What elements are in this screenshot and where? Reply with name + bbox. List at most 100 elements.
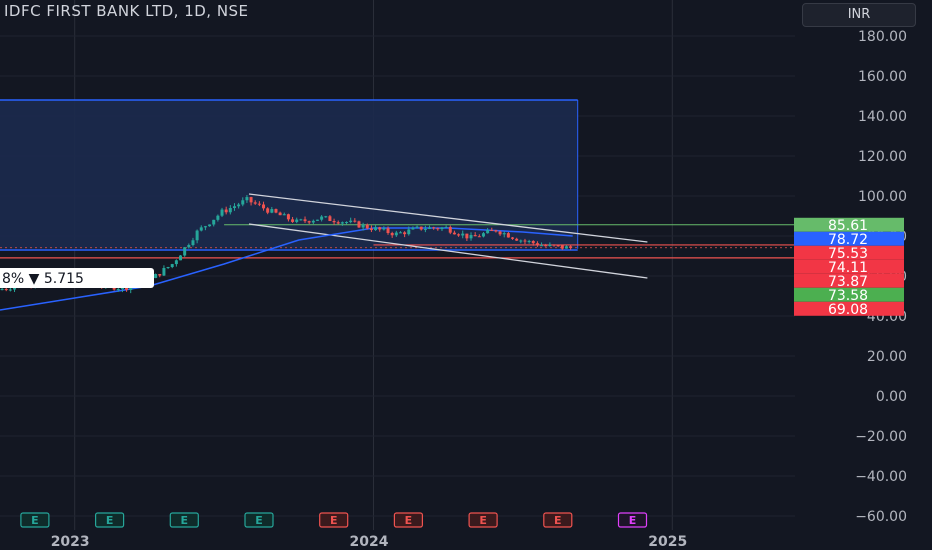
candle[interactable] <box>208 224 212 227</box>
candle[interactable] <box>262 204 266 209</box>
candle[interactable] <box>212 219 216 225</box>
candle[interactable] <box>378 227 382 230</box>
candle[interactable] <box>307 221 311 223</box>
candle[interactable] <box>519 240 523 242</box>
candle[interactable] <box>116 289 120 291</box>
candle[interactable] <box>452 232 456 235</box>
candle[interactable] <box>556 245 560 247</box>
candle[interactable] <box>560 245 564 249</box>
candle[interactable] <box>166 267 170 269</box>
candle[interactable] <box>245 197 249 201</box>
candle[interactable] <box>224 209 228 213</box>
candle[interactable] <box>419 226 423 230</box>
candle[interactable] <box>241 200 245 205</box>
candle[interactable] <box>494 230 498 232</box>
currency-button[interactable]: INR <box>802 3 916 27</box>
candle[interactable] <box>448 227 452 233</box>
candle[interactable] <box>473 235 477 237</box>
candle[interactable] <box>511 237 515 239</box>
candle[interactable] <box>486 229 490 234</box>
candle[interactable] <box>481 233 485 237</box>
candle[interactable] <box>278 212 282 216</box>
candle[interactable] <box>274 209 278 213</box>
candle[interactable] <box>465 233 469 239</box>
candle[interactable] <box>415 226 419 228</box>
candle[interactable] <box>411 227 415 230</box>
candle[interactable] <box>249 197 253 203</box>
candle[interactable] <box>183 247 187 256</box>
candle[interactable] <box>390 232 394 236</box>
candle[interactable] <box>328 216 332 221</box>
candle[interactable] <box>216 215 220 220</box>
candle[interactable] <box>540 245 544 247</box>
candle[interactable] <box>324 216 328 218</box>
candle[interactable] <box>461 233 465 236</box>
candle[interactable] <box>498 231 502 235</box>
candle[interactable] <box>345 222 349 224</box>
candle[interactable] <box>569 246 573 249</box>
candle[interactable] <box>191 240 195 246</box>
candle[interactable] <box>203 226 207 228</box>
candle[interactable] <box>303 219 307 222</box>
candle[interactable] <box>4 289 8 291</box>
candle[interactable] <box>365 224 369 229</box>
candle[interactable] <box>382 228 386 230</box>
candle[interactable] <box>502 233 506 235</box>
candle[interactable] <box>403 232 407 235</box>
candle[interactable] <box>444 227 448 229</box>
candle[interactable] <box>195 230 199 241</box>
candle[interactable] <box>523 240 527 242</box>
candle[interactable] <box>361 224 365 228</box>
candle[interactable] <box>432 227 436 229</box>
candle[interactable] <box>340 222 344 224</box>
candle[interactable] <box>374 227 378 231</box>
candle[interactable] <box>515 238 519 241</box>
candle[interactable] <box>320 216 324 220</box>
candle[interactable] <box>548 244 552 247</box>
candle[interactable] <box>357 221 361 228</box>
candle[interactable] <box>282 214 286 216</box>
candle[interactable] <box>490 229 494 231</box>
candle[interactable] <box>315 219 319 221</box>
candle[interactable] <box>457 234 461 236</box>
candle[interactable] <box>531 240 535 244</box>
candle[interactable] <box>199 227 203 231</box>
candle[interactable] <box>170 264 174 268</box>
candle[interactable] <box>270 209 274 213</box>
candle[interactable] <box>332 220 336 223</box>
candle[interactable] <box>286 214 290 220</box>
candle[interactable] <box>552 244 556 246</box>
candle[interactable] <box>0 289 4 291</box>
candle[interactable] <box>291 219 295 222</box>
candle[interactable] <box>407 229 411 235</box>
candle[interactable] <box>253 202 257 204</box>
candle[interactable] <box>564 246 568 249</box>
candle[interactable] <box>423 228 427 230</box>
candle[interactable] <box>187 245 191 248</box>
candle[interactable] <box>506 233 510 238</box>
candle[interactable] <box>257 203 261 205</box>
candle[interactable] <box>544 245 548 247</box>
candle[interactable] <box>336 222 340 224</box>
candle[interactable] <box>535 243 539 246</box>
candle[interactable] <box>174 260 178 265</box>
candle[interactable] <box>232 206 236 209</box>
candle[interactable] <box>394 232 398 236</box>
candle[interactable] <box>179 255 183 261</box>
candle[interactable] <box>299 219 303 221</box>
candle[interactable] <box>266 208 270 213</box>
candle[interactable] <box>386 228 390 233</box>
candle[interactable] <box>436 228 440 230</box>
candle[interactable] <box>158 274 162 276</box>
candle[interactable] <box>220 209 224 216</box>
price-chart[interactable]: 8% ▼ 5.715 180.00 160.00 140.00 120.00 100.00… <box>0 0 932 550</box>
candle[interactable] <box>369 228 373 231</box>
candle[interactable] <box>440 227 444 230</box>
candle[interactable] <box>477 236 481 238</box>
candle[interactable] <box>162 268 166 276</box>
candle[interactable] <box>295 219 299 222</box>
candle[interactable] <box>237 204 241 207</box>
candle[interactable] <box>428 227 432 229</box>
candle[interactable] <box>154 274 158 279</box>
zone-box[interactable] <box>0 100 578 249</box>
